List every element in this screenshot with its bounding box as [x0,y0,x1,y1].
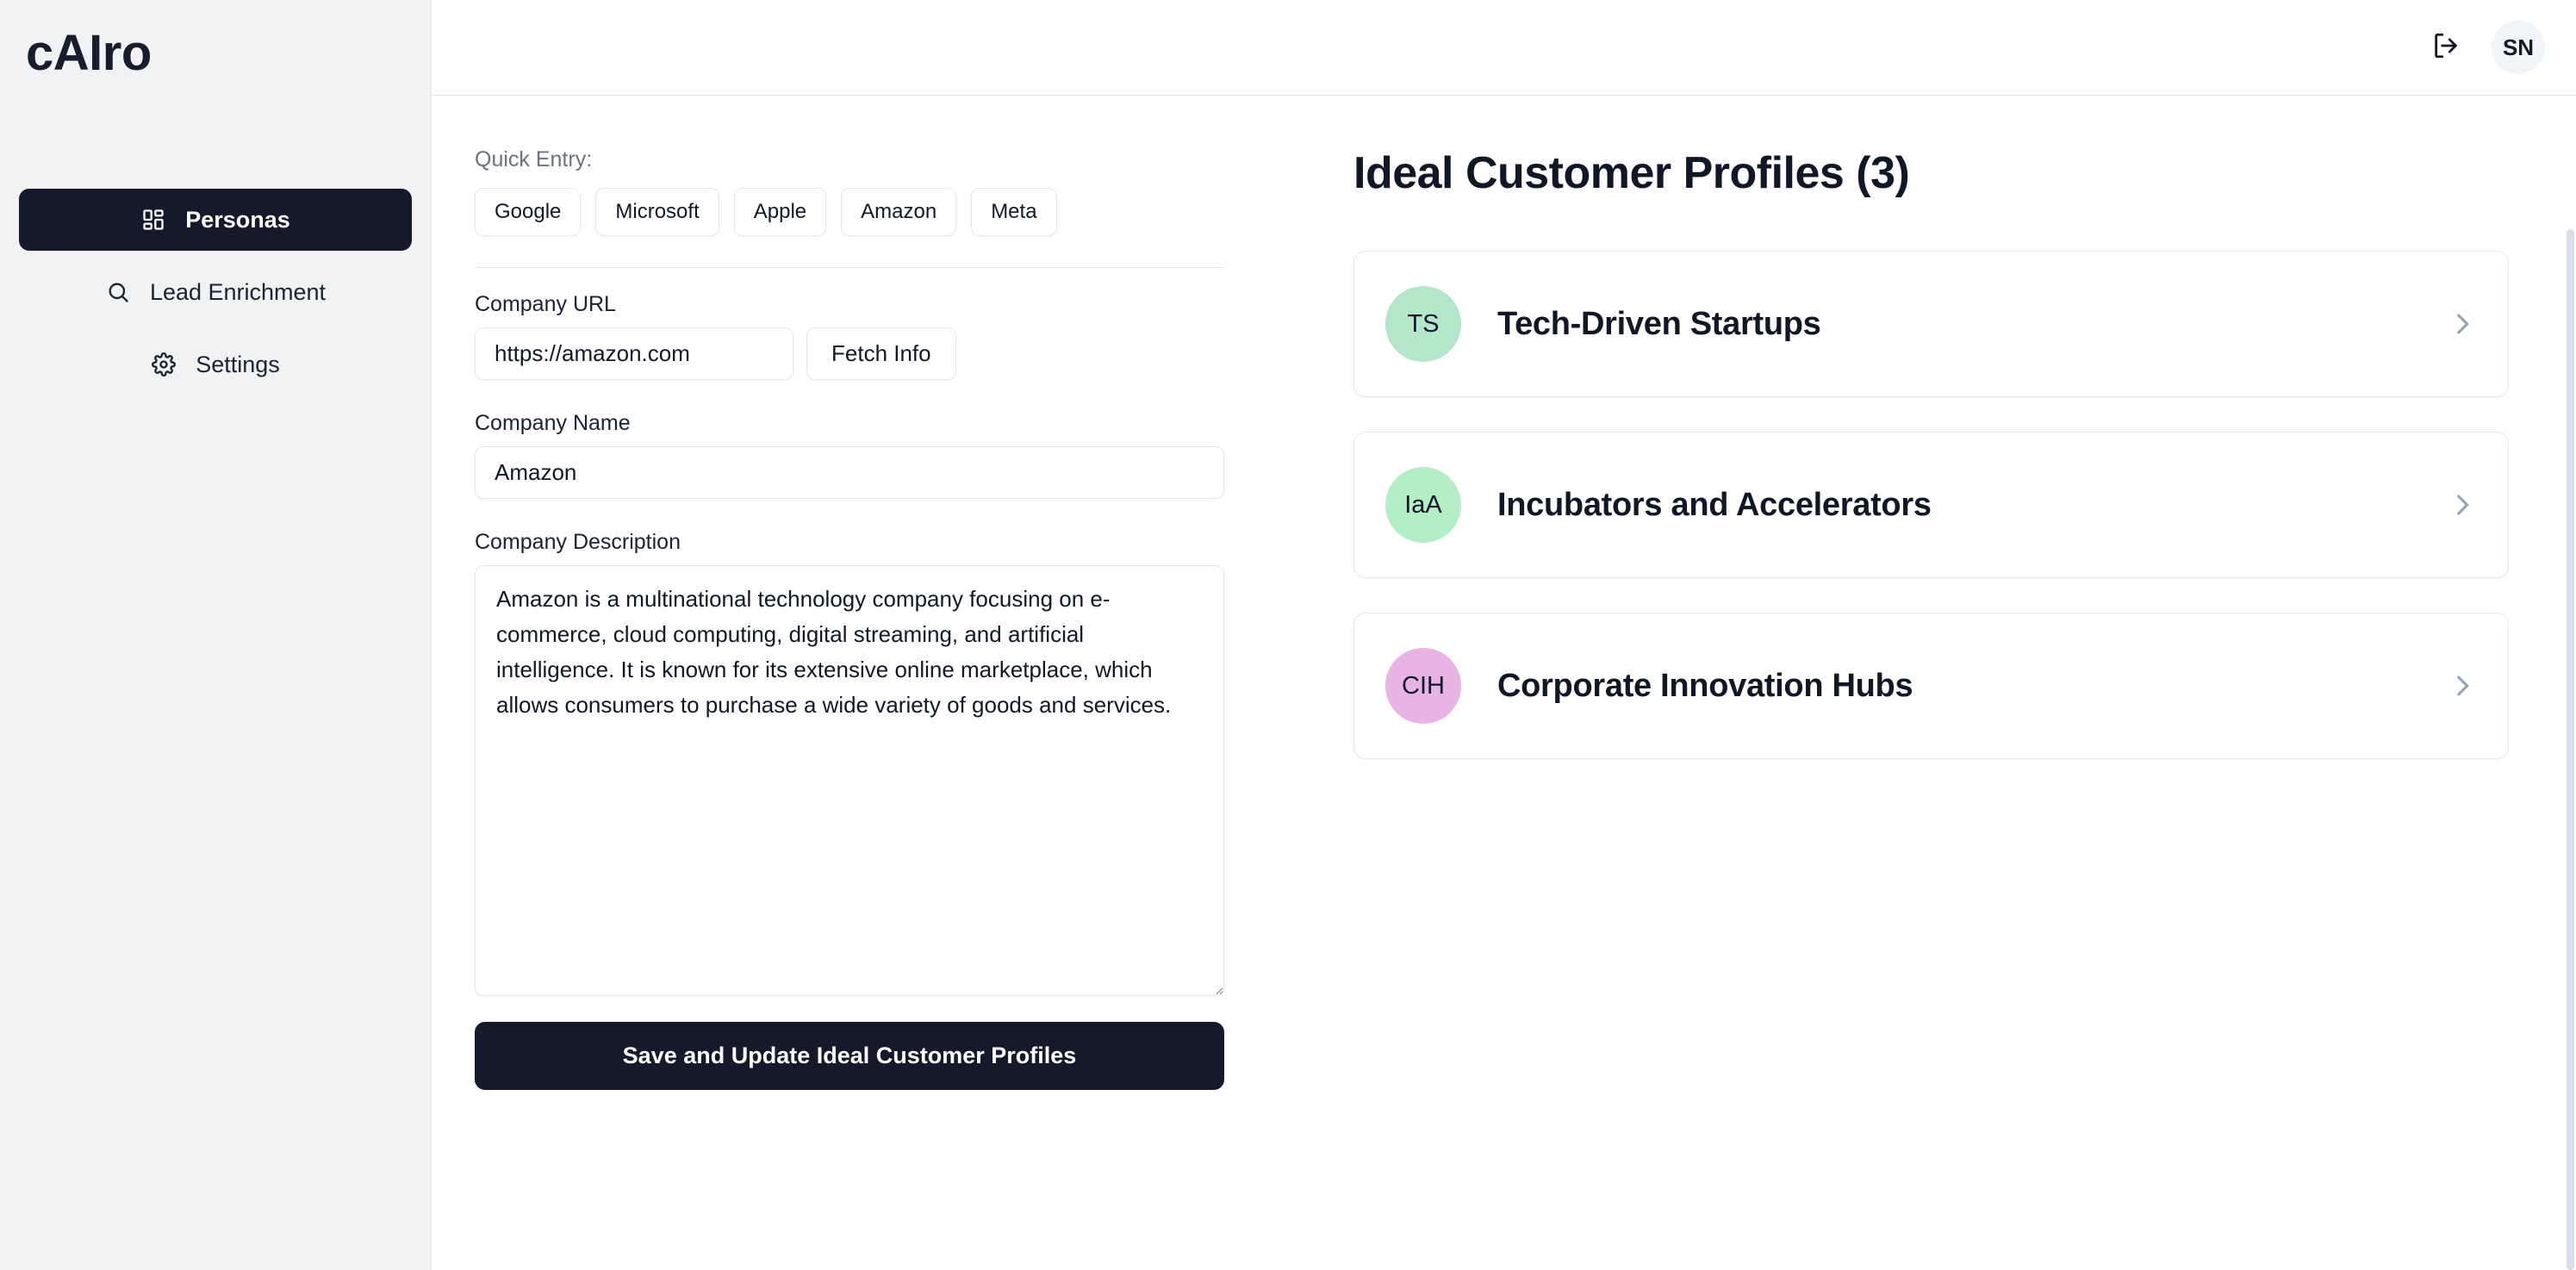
company-url-input[interactable] [475,327,793,380]
search-icon [105,279,131,305]
icp-card-title: Tech-Driven Startups [1497,305,1821,342]
sidebar-item-settings[interactable]: Settings [19,333,412,395]
chevron-right-icon [2448,309,2477,339]
company-description-label: Company Description [475,530,681,554]
logout-button[interactable] [2426,28,2466,67]
quick-entry-google[interactable]: Google [475,188,582,236]
icp-card-title: Incubators and Accelerators [1497,486,1932,523]
company-url-row: Fetch Info [475,327,1224,380]
main-area: SN Quick Entry: Google Microsoft Apple A… [432,0,2576,1270]
sidebar-item-lead-enrichment[interactable]: Lead Enrichment [19,261,412,323]
chevron-right-icon [2448,671,2477,700]
sidebar: cAIro Personas Lead Enrichment Settings [0,0,432,1270]
save-and-update-button[interactable]: Save and Update Ideal Customer Profiles [475,1022,1224,1090]
logout-icon [2431,31,2461,65]
company-form-panel: Quick Entry: Google Microsoft Apple Amaz… [432,147,1353,1270]
company-description-textarea[interactable]: Amazon is a multinational technology com… [475,565,1224,996]
company-name-label: Company Name [475,411,631,435]
sidebar-item-label: Personas [185,206,290,233]
icp-avatar: TS [1385,286,1461,362]
icp-panel: Ideal Customer Profiles (3) TS Tech-Driv… [1353,147,2576,1270]
top-header: SN [432,0,2576,96]
sidebar-item-label: Settings [196,351,280,377]
icp-avatar: CIH [1385,648,1461,724]
form-divider [475,267,1224,268]
app-root: cAIro Personas Lead Enrichment Settings … [0,0,2576,1270]
company-name-input[interactable] [475,446,1224,499]
page-content: Quick Entry: Google Microsoft Apple Amaz… [432,96,2576,1270]
user-avatar[interactable]: SN [2492,21,2545,74]
layout-dashboard-icon [140,207,166,233]
page-scrollbar[interactable] [2567,229,2574,1270]
icp-card-corporate-innovation-hubs[interactable]: CIH Corporate Innovation Hubs [1353,613,2509,759]
gear-icon [151,352,177,377]
icp-panel-title: Ideal Customer Profiles (3) [1353,148,1910,198]
icp-card-title: Corporate Innovation Hubs [1497,667,1913,704]
quick-entry-microsoft[interactable]: Microsoft [595,188,719,236]
quick-entry-label: Quick Entry: [475,147,593,171]
sidebar-item-label: Lead Enrichment [149,278,327,305]
sidebar-item-personas[interactable]: Personas [19,189,412,251]
company-url-label: Company URL [475,292,616,316]
fetch-info-button[interactable]: Fetch Info [806,327,956,380]
quick-entry-amazon[interactable]: Amazon [841,188,957,236]
icp-card-tech-driven-startups[interactable]: TS Tech-Driven Startups [1353,251,2509,397]
icp-card-incubators-and-accelerators[interactable]: IaA Incubators and Accelerators [1353,432,2509,578]
sidebar-nav: Personas Lead Enrichment Settings [0,189,431,395]
icp-avatar: IaA [1385,467,1461,543]
quick-entry-meta[interactable]: Meta [971,188,1057,236]
app-logo: cAIro [26,25,152,81]
quick-entry-apple[interactable]: Apple [733,188,827,236]
quick-entry-row: Google Microsoft Apple Amazon Meta [475,188,1224,236]
chevron-right-icon [2448,490,2477,520]
